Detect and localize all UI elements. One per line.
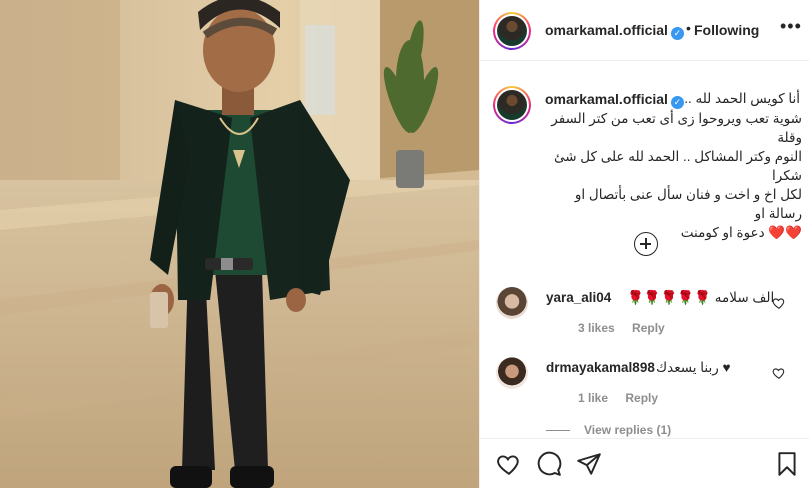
instagram-post-view: omarkamal.official ✓ • Following ••• omar… [0,0,809,488]
comment-heart-icon[interactable] [772,366,786,380]
comment-username[interactable]: yara_ali04 [546,290,611,305]
comment-likes[interactable]: 3 likes [578,321,615,335]
comment-text: الف سلامه 🌹🌹🌹🌹🌹 [627,290,775,305]
caption-text: شوية تعب ويروحوا زى أى تعب من كتر السفر … [551,111,802,240]
post-header: omarkamal.official ✓ • Following ••• [480,0,809,61]
verified-badge-icon: ✓ [670,27,684,40]
reply-button[interactable]: Reply [632,321,665,335]
comment-meta: 1 like Reply [578,391,672,405]
commenter-avatar[interactable] [496,357,528,389]
more-options-icon[interactable]: ••• [780,16,802,37]
post-caption: omarkamal.official ✓ أنا كويس الحمد لله .… [480,62,809,282]
comment-meta: 3 likes Reply [578,321,679,335]
bookmark-icon[interactable] [774,451,800,477]
post-sidebar: omarkamal.official ✓ • Following ••• omar… [479,0,809,488]
verified-badge-icon: ✓ [670,96,684,109]
comment-text: ♥ ربنا يسعدك [656,360,731,375]
heart-icon[interactable] [496,451,522,477]
comment-heart-icon[interactable] [772,296,786,310]
author-avatar[interactable] [493,12,531,50]
post-actions-bar [480,438,809,488]
reply-button[interactable]: Reply [625,391,658,405]
separator-dot: • [686,20,691,36]
commenter-avatar[interactable] [496,287,528,319]
following-button[interactable]: Following [694,22,759,38]
post-photo[interactable] [0,0,479,488]
comment-likes[interactable]: 1 like [578,391,608,405]
caption-author-avatar[interactable] [493,86,531,124]
comment-username[interactable]: drmayakamal898 [546,360,655,375]
caption-username[interactable]: omarkamal.official ✓ [545,91,684,109]
view-replies-button[interactable]: View replies (1) [546,423,671,437]
comment-icon[interactable] [536,451,562,477]
caption-first-line: أنا كويس الحمد لله .. [684,91,800,106]
share-icon[interactable] [576,451,602,477]
add-circle-icon[interactable] [634,232,658,256]
post-photo-illustration [0,0,479,488]
author-username[interactable]: omarkamal.official ✓ [545,22,684,40]
